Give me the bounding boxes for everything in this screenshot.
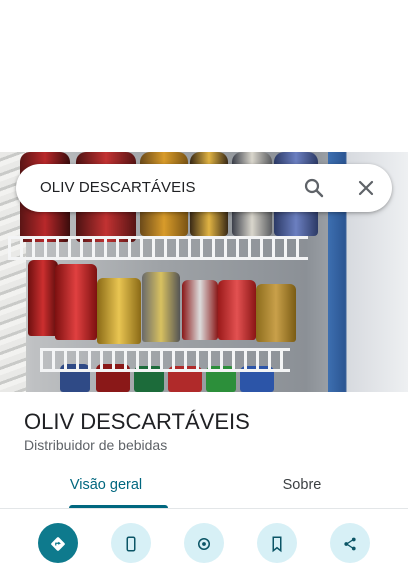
directions-icon bbox=[51, 537, 65, 551]
directions-button[interactable] bbox=[38, 523, 78, 563]
tab-overview-label: Visão geral bbox=[69, 477, 143, 493]
tab-about-label: Sobre bbox=[282, 477, 322, 493]
nearby-button[interactable] bbox=[184, 523, 224, 563]
photo-can bbox=[28, 260, 58, 336]
search-input[interactable]: OLIV DESCARTÁVEIS bbox=[40, 179, 196, 196]
close-icon[interactable] bbox=[354, 176, 378, 200]
save-button[interactable] bbox=[257, 523, 297, 563]
share-icon bbox=[344, 537, 356, 551]
photo-can bbox=[218, 280, 256, 340]
tab-overview[interactable]: Visão geral bbox=[24, 468, 188, 508]
photo-can bbox=[142, 272, 180, 342]
place-category[interactable]: Distribuidor de bebidas bbox=[24, 437, 167, 453]
search-bar[interactable]: OLIV DESCARTÁVEIS bbox=[16, 164, 392, 212]
tab-about[interactable]: Sobre bbox=[220, 468, 384, 508]
call-button[interactable] bbox=[111, 523, 151, 563]
share-button[interactable] bbox=[330, 523, 370, 563]
photo-can bbox=[182, 280, 218, 340]
photo-can bbox=[256, 284, 296, 342]
place-title: OLIV DESCARTÁVEIS bbox=[24, 409, 250, 434]
photo-can bbox=[55, 264, 97, 340]
phone-icon bbox=[126, 536, 136, 552]
location-icon bbox=[198, 538, 210, 550]
map-blank-area bbox=[0, 0, 408, 152]
photo-can bbox=[97, 278, 141, 344]
photo-shelf bbox=[40, 348, 290, 372]
photo-shelf bbox=[8, 236, 308, 260]
save-icon bbox=[272, 536, 282, 553]
place-tabs: Visão geral Sobre bbox=[0, 468, 408, 508]
search-icon[interactable] bbox=[302, 176, 326, 200]
action-buttons-row bbox=[0, 509, 408, 563]
